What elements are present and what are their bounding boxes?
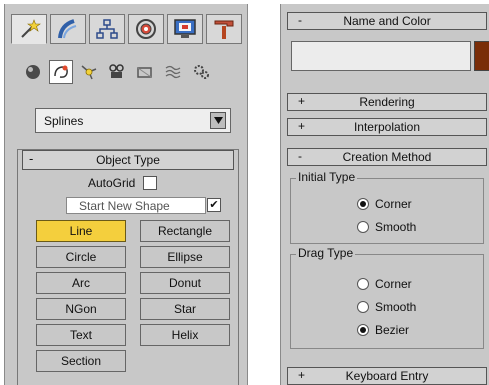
expand-sign: + xyxy=(298,94,306,108)
object-type-header[interactable]: - Object Type xyxy=(22,150,234,170)
initial-type-group: Initial Type Corner Smooth xyxy=(290,170,484,244)
rollout-title: Object Type xyxy=(96,153,160,167)
collapse-sign: - xyxy=(298,13,302,27)
drag-bezier-option[interactable]: Bezier xyxy=(357,323,409,337)
shapes-button[interactable] xyxy=(49,60,73,84)
initial-corner-radio[interactable] xyxy=(357,198,369,210)
option-label: Corner xyxy=(375,197,412,211)
lights-button[interactable] xyxy=(77,60,101,84)
option-label: Smooth xyxy=(375,220,417,234)
circle-button[interactable]: Circle xyxy=(36,246,126,268)
initial-type-label: Initial Type xyxy=(296,170,358,184)
star-button[interactable]: Star xyxy=(140,298,230,320)
rollout-title: Rendering xyxy=(359,95,415,109)
cameras-button[interactable] xyxy=(105,60,129,84)
drag-bezier-radio[interactable] xyxy=(357,324,369,336)
arc-button[interactable]: Arc xyxy=(36,272,126,294)
category-dropdown[interactable]: Splines xyxy=(35,108,231,133)
option-label: Bezier xyxy=(375,323,410,337)
rollout-title: Name and Color xyxy=(343,14,431,28)
keyboard-entry-header[interactable]: + Keyboard Entry xyxy=(287,367,487,385)
drag-type-group: Drag Type Corner Smooth Bezier xyxy=(290,246,484,349)
helpers-icon xyxy=(137,67,152,78)
lights-icon xyxy=(81,65,97,80)
motion-wheel-icon xyxy=(136,19,156,39)
chevron-down-icon xyxy=(213,117,223,124)
section-button[interactable]: Section xyxy=(36,350,126,372)
initial-smooth-option[interactable]: Smooth xyxy=(357,220,416,234)
dropdown-arrow[interactable] xyxy=(210,112,226,129)
drag-corner-radio[interactable] xyxy=(357,278,369,290)
autogrid-label: AutoGrid xyxy=(88,176,136,190)
spacewarps-button[interactable] xyxy=(161,60,185,84)
tab-display[interactable] xyxy=(167,14,203,44)
utilities-hammer-icon xyxy=(214,20,234,39)
name-and-color-header[interactable]: - Name and Color xyxy=(287,12,487,30)
creation-method-header[interactable]: - Creation Method xyxy=(287,148,487,166)
option-label: Corner xyxy=(375,277,412,291)
category-dropdown-value: Splines xyxy=(44,113,84,128)
geometry-button[interactable] xyxy=(21,60,45,84)
rendering-header[interactable]: + Rendering xyxy=(287,93,487,111)
modify-bend-icon xyxy=(58,19,77,39)
donut-button[interactable]: Donut xyxy=(140,272,230,294)
checkmark-icon: ✔ xyxy=(209,198,219,211)
object-type-rollout: - Object Type AutoGrid Start New Shape ✔… xyxy=(17,149,239,385)
shape-buttons: Line Rectangle Circle Ellipse Arc Donut NGon St… xyxy=(36,220,230,372)
text-button[interactable]: Text xyxy=(36,324,126,346)
object-name-field[interactable] xyxy=(291,41,471,71)
tab-utilities[interactable] xyxy=(206,14,242,44)
display-monitor-icon xyxy=(174,19,196,38)
initial-corner-option[interactable]: Corner xyxy=(357,197,412,211)
drag-smooth-option[interactable]: Smooth xyxy=(357,300,416,314)
ellipse-button[interactable]: Ellipse xyxy=(140,246,230,268)
drag-corner-option[interactable]: Corner xyxy=(357,277,412,291)
rollout-title: Interpolation xyxy=(353,120,421,134)
drag-smooth-radio[interactable] xyxy=(357,301,369,313)
command-panel-tabs xyxy=(11,14,242,44)
helpers-button[interactable] xyxy=(133,60,157,84)
ngon-button[interactable]: NGon xyxy=(36,298,126,320)
create-wand-icon xyxy=(21,19,41,38)
collapse-sign: - xyxy=(298,149,302,163)
start-new-shape-checkbox[interactable]: ✔ xyxy=(207,198,221,212)
collapse-sign: - xyxy=(29,151,34,166)
hierarchy-icon xyxy=(96,19,118,39)
initial-smooth-radio[interactable] xyxy=(357,221,369,233)
tab-motion[interactable] xyxy=(128,14,164,44)
expand-sign: + xyxy=(298,368,306,382)
shapes-icon xyxy=(54,65,68,78)
parameters-panel: - Name and Color + Rendering + Interpola… xyxy=(280,4,489,385)
rollout-title: Keyboard Entry xyxy=(345,369,429,383)
tab-modify[interactable] xyxy=(50,14,86,44)
drag-type-label: Drag Type xyxy=(296,246,356,260)
helix-button[interactable]: Helix xyxy=(140,324,230,346)
option-label: Smooth xyxy=(375,300,417,314)
spacewarps-icon xyxy=(165,65,181,79)
geometry-sphere-icon xyxy=(26,65,40,79)
tab-hierarchy[interactable] xyxy=(89,14,125,44)
autogrid-checkbox[interactable] xyxy=(143,176,158,190)
create-panel: Splines - Object Type AutoGrid Start New… xyxy=(4,4,248,385)
start-new-shape-button[interactable]: Start New Shape xyxy=(66,197,206,214)
object-category-icons xyxy=(21,60,213,84)
tab-create[interactable] xyxy=(11,14,47,44)
systems-button[interactable] xyxy=(189,60,213,84)
cameras-icon xyxy=(109,64,124,78)
expand-sign: + xyxy=(298,119,306,133)
systems-icon xyxy=(194,65,209,79)
autogrid-option: AutoGrid xyxy=(88,176,158,190)
rollout-title: Creation Method xyxy=(342,150,432,164)
interpolation-header[interactable]: + Interpolation xyxy=(287,118,487,136)
rectangle-button[interactable]: Rectangle xyxy=(140,220,230,242)
object-color-swatch[interactable] xyxy=(474,41,489,71)
line-button[interactable]: Line xyxy=(36,220,126,242)
